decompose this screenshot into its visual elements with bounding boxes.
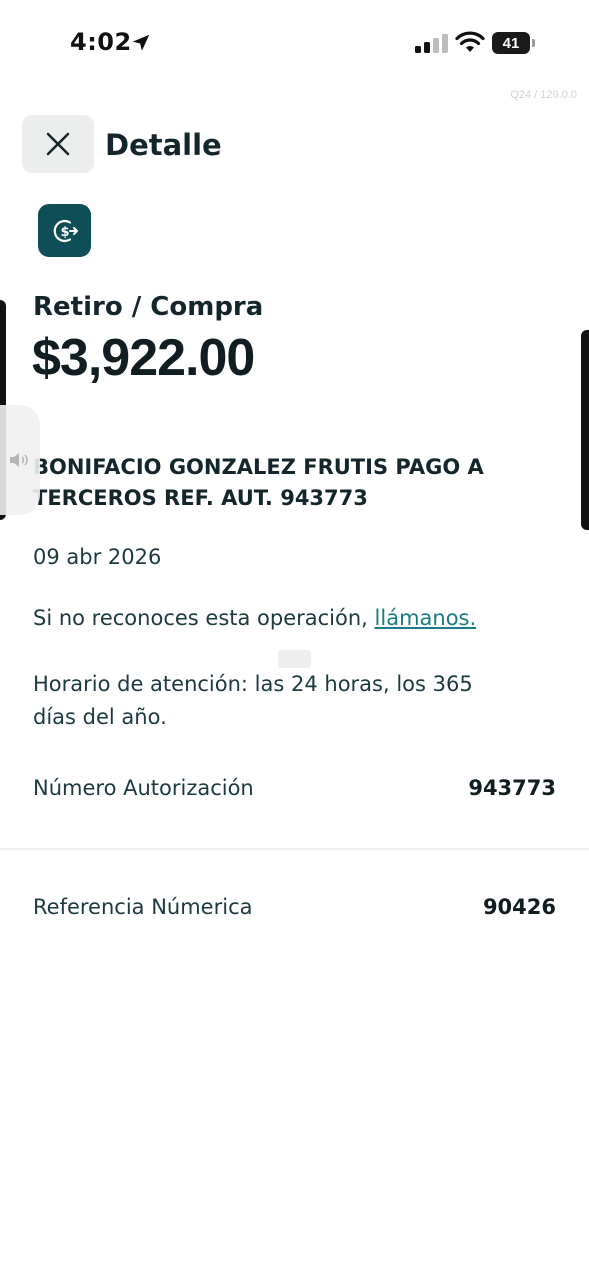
numeric-reference-value: 90426 (482, 895, 556, 919)
authorization-number-row: Número Autorización 943773 (33, 776, 556, 800)
authorization-number-label: Número Autorización (33, 776, 254, 800)
numeric-reference-row: Referencia Númerica 90426 (33, 895, 556, 919)
operation-date: 09 abr 2026 (33, 545, 162, 569)
operation-amount: $3,922.00 (32, 329, 255, 387)
authorization-number-value: 943773 (468, 776, 556, 800)
wifi-icon (455, 31, 485, 52)
close-icon (46, 132, 70, 156)
numeric-reference-label: Referencia Númerica (33, 895, 253, 919)
divider (0, 848, 589, 850)
location-arrow-icon (132, 34, 150, 51)
svg-text:$: $ (60, 225, 69, 240)
notice-text: Si no reconoces esta operación, (33, 606, 375, 630)
page-title: Detalle (105, 128, 222, 162)
operation-type: Retiro / Compra (33, 292, 264, 322)
operation-description: BONIFACIO GONZALEZ FRUTIS PAGO A TERCERO… (33, 455, 484, 510)
close-button[interactable] (22, 115, 94, 173)
battery-level: 41 (492, 32, 530, 54)
volume-indicator (0, 405, 40, 515)
status-time: 4:02 (70, 28, 132, 56)
screen-edge-right (581, 330, 589, 530)
unrecognized-notice: Si no reconoces esta operación, llámanos… (33, 606, 476, 630)
app-version: Q24 / 129.0.0 (510, 89, 577, 101)
speaker-icon (10, 453, 28, 467)
overlay-artifact (278, 650, 311, 668)
money-transfer-icon: $ (38, 204, 91, 257)
service-hours: Horario de atención: las 24 horas, los 3… (33, 672, 473, 729)
call-us-link[interactable]: llámanos. (375, 606, 477, 630)
battery-icon: 41 (492, 32, 536, 54)
cellular-signal-icon (415, 33, 449, 53)
